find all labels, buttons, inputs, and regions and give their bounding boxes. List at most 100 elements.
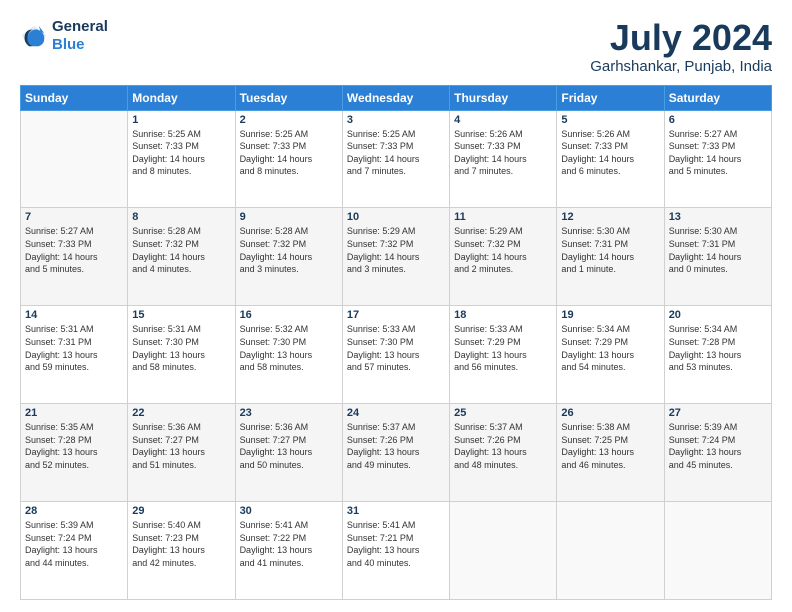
day-info: Sunrise: 5:30 AM Sunset: 7:31 PM Dayligh… xyxy=(561,225,659,275)
calendar-cell xyxy=(450,502,557,600)
day-info: Sunrise: 5:33 AM Sunset: 7:29 PM Dayligh… xyxy=(454,323,552,373)
day-info: Sunrise: 5:31 AM Sunset: 7:31 PM Dayligh… xyxy=(25,323,123,373)
subtitle: Garhshankar, Punjab, India xyxy=(590,58,772,75)
calendar-cell: 26 Sunrise: 5:38 AM Sunset: 7:25 PM Dayli… xyxy=(557,404,664,502)
day-info: Sunrise: 5:38 AM Sunset: 7:25 PM Dayligh… xyxy=(561,421,659,471)
col-tuesday: Tuesday xyxy=(235,85,342,110)
day-number: 5 xyxy=(561,114,659,126)
calendar-cell: 11 Sunrise: 5:29 AM Sunset: 7:32 PM Dayli… xyxy=(450,208,557,306)
day-number: 26 xyxy=(561,407,659,419)
day-info: Sunrise: 5:39 AM Sunset: 7:24 PM Dayligh… xyxy=(25,519,123,569)
col-wednesday: Wednesday xyxy=(342,85,449,110)
main-title: July 2024 xyxy=(590,18,772,58)
logo-general: General xyxy=(52,18,108,35)
day-number: 29 xyxy=(132,505,230,517)
day-number: 14 xyxy=(25,309,123,321)
day-number: 2 xyxy=(240,114,338,126)
day-info: Sunrise: 5:26 AM Sunset: 7:33 PM Dayligh… xyxy=(561,128,659,178)
col-sunday: Sunday xyxy=(21,85,128,110)
day-info: Sunrise: 5:37 AM Sunset: 7:26 PM Dayligh… xyxy=(454,421,552,471)
day-info: Sunrise: 5:27 AM Sunset: 7:33 PM Dayligh… xyxy=(25,225,123,275)
col-monday: Monday xyxy=(128,85,235,110)
day-number: 30 xyxy=(240,505,338,517)
day-info: Sunrise: 5:34 AM Sunset: 7:28 PM Dayligh… xyxy=(669,323,767,373)
col-friday: Friday xyxy=(557,85,664,110)
day-info: Sunrise: 5:27 AM Sunset: 7:33 PM Dayligh… xyxy=(669,128,767,178)
day-info: Sunrise: 5:31 AM Sunset: 7:30 PM Dayligh… xyxy=(132,323,230,373)
day-info: Sunrise: 5:32 AM Sunset: 7:30 PM Dayligh… xyxy=(240,323,338,373)
calendar-cell: 25Sunrise: 5:37 AM Sunset: 7:26 PM Dayli… xyxy=(450,404,557,502)
day-info: Sunrise: 5:41 AM Sunset: 7:21 PM Dayligh… xyxy=(347,519,445,569)
logo-blue-text: Blue xyxy=(52,36,108,54)
day-number: 19 xyxy=(561,309,659,321)
calendar-cell: 6 Sunrise: 5:27 AM Sunset: 7:33 PM Daylig… xyxy=(664,110,771,208)
day-info: Sunrise: 5:25 AM Sunset: 7:33 PM Dayligh… xyxy=(132,128,230,178)
calendar-cell: 29 Sunrise: 5:40 AM Sunset: 7:23 PM Dayli… xyxy=(128,502,235,600)
calendar-cell: 3 Sunrise: 5:25 AM Sunset: 7:33 PM Daylig… xyxy=(342,110,449,208)
calendar-cell: 30 Sunrise: 5:41 AM Sunset: 7:22 PM Dayli… xyxy=(235,502,342,600)
day-number: 31 xyxy=(347,505,445,517)
col-saturday: Saturday xyxy=(664,85,771,110)
day-number: 7 xyxy=(25,211,123,223)
col-thursday: Thursday xyxy=(450,85,557,110)
day-info: Sunrise: 5:34 AM Sunset: 7:29 PM Dayligh… xyxy=(561,323,659,373)
logo-icon xyxy=(20,22,48,50)
day-info: Sunrise: 5:41 AM Sunset: 7:22 PM Dayligh… xyxy=(240,519,338,569)
day-info: Sunrise: 5:28 AM Sunset: 7:32 PM Dayligh… xyxy=(240,225,338,275)
day-number: 20 xyxy=(669,309,767,321)
day-number: 15 xyxy=(132,309,230,321)
day-number: 9 xyxy=(240,211,338,223)
day-number: 3 xyxy=(347,114,445,126)
day-info: Sunrise: 5:36 AM Sunset: 7:27 PM Dayligh… xyxy=(132,421,230,471)
title-block: July 2024 Garhshankar, Punjab, India xyxy=(590,18,772,75)
day-info: Sunrise: 5:29 AM Sunset: 7:32 PM Dayligh… xyxy=(454,225,552,275)
calendar-week-row: 21 Sunrise: 5:35 AM Sunset: 7:28 PM Dayli… xyxy=(21,404,772,502)
calendar-cell: 21 Sunrise: 5:35 AM Sunset: 7:28 PM Dayli… xyxy=(21,404,128,502)
day-number: 18 xyxy=(454,309,552,321)
calendar-cell: 10 Sunrise: 5:29 AM Sunset: 7:32 PM Dayli… xyxy=(342,208,449,306)
day-number: 13 xyxy=(669,211,767,223)
calendar-cell: 23Sunrise: 5:36 AM Sunset: 7:27 PM Dayli… xyxy=(235,404,342,502)
day-info: Sunrise: 5:40 AM Sunset: 7:23 PM Dayligh… xyxy=(132,519,230,569)
logo: General Blue xyxy=(20,18,108,54)
day-info: Sunrise: 5:25 AM Sunset: 7:33 PM Dayligh… xyxy=(240,128,338,178)
day-number: 11 xyxy=(454,211,552,223)
calendar-cell: 9 Sunrise: 5:28 AM Sunset: 7:32 PM Daylig… xyxy=(235,208,342,306)
calendar-cell: 7 Sunrise: 5:27 AM Sunset: 7:33 PM Daylig… xyxy=(21,208,128,306)
calendar-cell: 1 Sunrise: 5:25 AM Sunset: 7:33 PM Daylig… xyxy=(128,110,235,208)
day-number: 6 xyxy=(669,114,767,126)
calendar-week-row: 7 Sunrise: 5:27 AM Sunset: 7:33 PM Daylig… xyxy=(21,208,772,306)
calendar-table: Sunday Monday Tuesday Wednesday Thursday… xyxy=(20,85,772,600)
calendar-cell: 16Sunrise: 5:32 AM Sunset: 7:30 PM Dayli… xyxy=(235,306,342,404)
calendar-cell: 18 Sunrise: 5:33 AM Sunset: 7:29 PM Dayli… xyxy=(450,306,557,404)
day-number: 10 xyxy=(347,211,445,223)
calendar-week-row: 1 Sunrise: 5:25 AM Sunset: 7:33 PM Daylig… xyxy=(21,110,772,208)
day-info: Sunrise: 5:25 AM Sunset: 7:33 PM Dayligh… xyxy=(347,128,445,178)
day-info: Sunrise: 5:29 AM Sunset: 7:32 PM Dayligh… xyxy=(347,225,445,275)
calendar-cell: 17 Sunrise: 5:33 AM Sunset: 7:30 PM Dayli… xyxy=(342,306,449,404)
day-number: 17 xyxy=(347,309,445,321)
day-info: Sunrise: 5:26 AM Sunset: 7:33 PM Dayligh… xyxy=(454,128,552,178)
calendar-cell: 13 Sunrise: 5:30 AM Sunset: 7:31 PM Dayli… xyxy=(664,208,771,306)
day-info: Sunrise: 5:39 AM Sunset: 7:24 PM Dayligh… xyxy=(669,421,767,471)
day-info: Sunrise: 5:30 AM Sunset: 7:31 PM Dayligh… xyxy=(669,225,767,275)
calendar-week-row: 14 Sunrise: 5:31 AM Sunset: 7:31 PM Dayli… xyxy=(21,306,772,404)
calendar-cell: 24Sunrise: 5:37 AM Sunset: 7:26 PM Dayli… xyxy=(342,404,449,502)
day-number: 23 xyxy=(240,407,338,419)
calendar-cell xyxy=(21,110,128,208)
day-number: 24 xyxy=(347,407,445,419)
calendar-cell: 28Sunrise: 5:39 AM Sunset: 7:24 PM Dayli… xyxy=(21,502,128,600)
day-number: 1 xyxy=(132,114,230,126)
day-info: Sunrise: 5:33 AM Sunset: 7:30 PM Dayligh… xyxy=(347,323,445,373)
calendar-cell: 8Sunrise: 5:28 AM Sunset: 7:32 PM Daylig… xyxy=(128,208,235,306)
day-info: Sunrise: 5:35 AM Sunset: 7:28 PM Dayligh… xyxy=(25,421,123,471)
day-number: 27 xyxy=(669,407,767,419)
calendar-cell: 12 Sunrise: 5:30 AM Sunset: 7:31 PM Dayli… xyxy=(557,208,664,306)
calendar-cell: 31 Sunrise: 5:41 AM Sunset: 7:21 PM Dayli… xyxy=(342,502,449,600)
calendar-cell: 22Sunrise: 5:36 AM Sunset: 7:27 PM Dayli… xyxy=(128,404,235,502)
day-number: 21 xyxy=(25,407,123,419)
day-number: 4 xyxy=(454,114,552,126)
calendar-cell: 2 Sunrise: 5:25 AM Sunset: 7:33 PM Daylig… xyxy=(235,110,342,208)
day-number: 12 xyxy=(561,211,659,223)
logo-text: General Blue xyxy=(52,18,108,54)
